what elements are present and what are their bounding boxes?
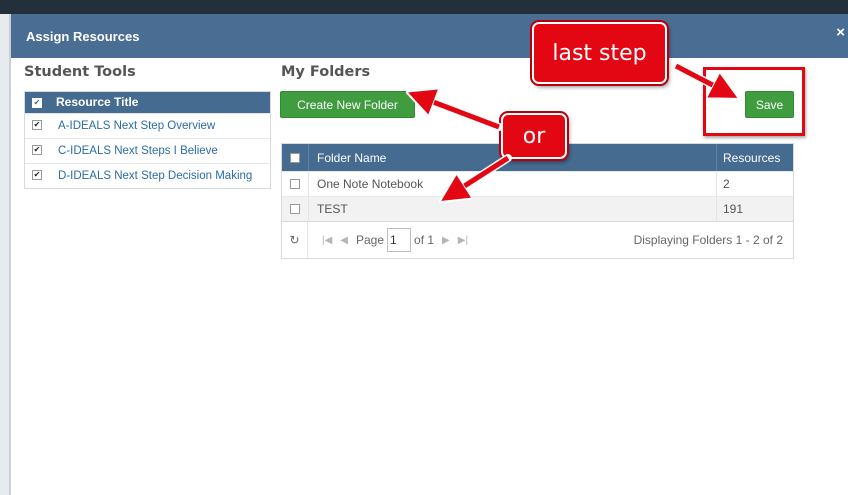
table-row[interactable]: . One Note Notebook 2 [282,171,793,196]
resource-title-header: Resource Title [56,95,139,109]
resources-count-cell: 191 [716,197,793,221]
select-all-folders-checkbox[interactable]: . [290,152,300,163]
or-callout: or [501,113,567,159]
resource-link[interactable]: C-IDEALS Next Steps I Believe [49,144,228,159]
student-tools-header-row: ✔ Resource Title [25,92,270,113]
list-item: ✔ A-IDEALS Next Step Overview [25,113,270,138]
page-number-input[interactable]: 1 [387,228,412,252]
resource-checkbox[interactable]: ✔ [32,145,42,155]
refresh-icon[interactable]: ↻ [282,222,308,258]
page-count-label: of 1 [414,233,435,247]
last-step-callout: last step [532,22,667,84]
folder-name-cell: TEST [308,197,716,221]
my-folders-heading: My Folders [281,64,371,80]
pager-status: Displaying Folders 1 - 2 of 2 [633,233,783,247]
list-item: ✔ C-IDEALS Next Steps I Believe [25,138,270,163]
student-tools-heading: Student Tools [24,64,136,80]
previous-page-icon[interactable]: ◀ [340,235,348,246]
table-row[interactable]: . TEST 191 [282,196,793,221]
folder-checkbox[interactable]: . [290,179,300,189]
close-icon[interactable]: × [836,24,845,41]
app-top-bar [0,0,848,14]
dialog-header: Assign Resources × [11,14,848,58]
last-page-icon[interactable]: ▶| [458,235,468,246]
grid-pager: ↻ |◀ ◀ Page 1 of 1 ▶ ▶| Displaying Folde… [282,221,793,258]
list-item: ✔ D-IDEALS Next Step Decision Making [25,163,270,188]
create-new-folder-button[interactable]: Create New Folder [280,91,415,118]
resource-checkbox[interactable]: ✔ [32,120,42,130]
dialog-title: Assign Resources [26,29,140,44]
resources-count-cell: 2 [716,172,793,196]
resource-link[interactable]: D-IDEALS Next Step Decision Making [49,169,262,184]
column-header-resources[interactable]: Resources [716,144,793,171]
folder-checkbox[interactable]: . [290,204,300,214]
resource-link[interactable]: A-IDEALS Next Step Overview [49,119,225,134]
first-page-icon[interactable]: |◀ [322,235,332,246]
folders-grid: . Folder Name Resources . One Note Noteb… [281,143,794,259]
select-all-checkbox[interactable]: ✔ [32,98,42,108]
page-label: Page [356,233,385,247]
save-highlight-box [703,67,805,136]
student-tools-table: ✔ Resource Title ✔ A-IDEALS Next Step Ov… [24,91,271,189]
next-page-icon[interactable]: ▶ [442,235,450,246]
resource-checkbox[interactable]: ✔ [32,170,42,180]
folder-name-cell: One Note Notebook [308,172,716,196]
app-left-edge [0,14,10,495]
